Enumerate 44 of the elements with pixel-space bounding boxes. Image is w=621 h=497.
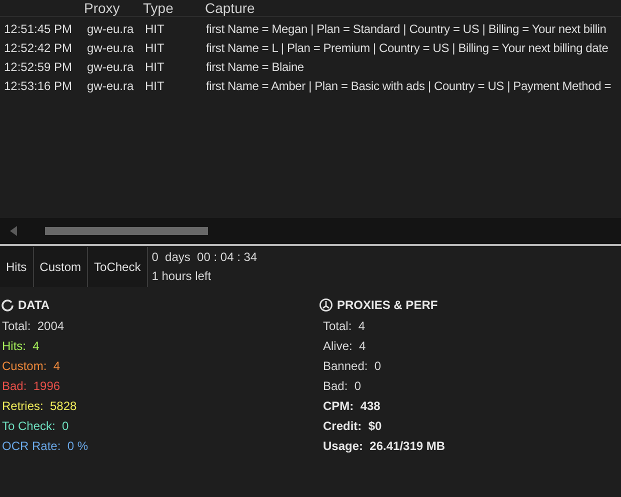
scroll-left-icon[interactable] <box>10 226 17 236</box>
stat-line: Total: 2004 <box>2 318 64 335</box>
scrollbar-thumb[interactable] <box>45 227 208 235</box>
stat-line: Alive: 4 <box>323 338 366 355</box>
table-cell-text: gw-eu.ra <box>87 58 135 76</box>
table-cell-text: gw-eu.ra <box>87 20 135 38</box>
stat-line: CPM: 438 <box>323 398 380 415</box>
table-cell-text: first Name = Megan | Plan = Standard | Country = US | Billing = Your next billin <box>206 20 606 38</box>
column-header[interactable]: Type <box>143 0 174 19</box>
section-title: DATA <box>18 297 50 314</box>
column-header[interactable]: Proxy <box>84 0 120 19</box>
column-header[interactable]: Capture <box>205 0 255 19</box>
ring-icon <box>1 298 14 312</box>
tab[interactable]: Custom <box>34 247 88 287</box>
table-cell-text: first Name = L | Plan = Premium | Country = US | Billing = Your next billing date <box>206 40 608 56</box>
table-cell-text: HIT <box>145 58 166 76</box>
time-cell-text: 12:52:42 PM <box>3 40 74 56</box>
network-icon <box>319 298 333 312</box>
table-cell-text: first Name = Amber | Plan = Basic with ads | Country = US | Payment Method = <box>206 78 611 94</box>
table-cell-text: HIT <box>145 20 166 38</box>
stat-line: Bad: 1996 <box>2 378 60 395</box>
time-cell-text: 12:51:45 PM <box>3 20 74 38</box>
table-cell-text: gw-eu.ra <box>87 78 135 94</box>
section-title: PROXIES & PERF <box>337 297 438 314</box>
tab[interactable]: Hits <box>0 247 34 287</box>
table-cell-text: gw-eu.ra <box>87 40 135 56</box>
table-cell-text: HIT <box>145 78 166 94</box>
elapsed-time: 0 days 00 : 04 : 34 <box>152 249 258 266</box>
stat-line: Custom: 4 <box>2 358 60 375</box>
tab[interactable]: ToCheck <box>88 247 148 287</box>
time-cell-text: 12:52:59 PM <box>3 58 74 76</box>
stat-line: Bad: 0 <box>323 378 362 395</box>
table-cell-text: first Name = Blaine <box>206 58 304 76</box>
stat-line: Banned: 0 <box>323 358 382 375</box>
table-cell-text: HIT <box>145 40 166 56</box>
stat-line: OCR Rate: 0 % <box>2 438 88 455</box>
stat-line: Hits: 4 <box>2 338 40 355</box>
stat-line: Usage: 26.41/319 MB <box>323 438 446 455</box>
stat-line: To Check: 0 <box>2 418 69 435</box>
stat-line: Total: 4 <box>323 318 366 335</box>
time-remaining: 1 hours left <box>152 268 212 285</box>
stat-line: Retries: 5828 <box>2 398 77 415</box>
stat-line: Credit: $0 <box>323 418 382 435</box>
time-cell-text: 12:53:16 PM <box>3 78 74 94</box>
